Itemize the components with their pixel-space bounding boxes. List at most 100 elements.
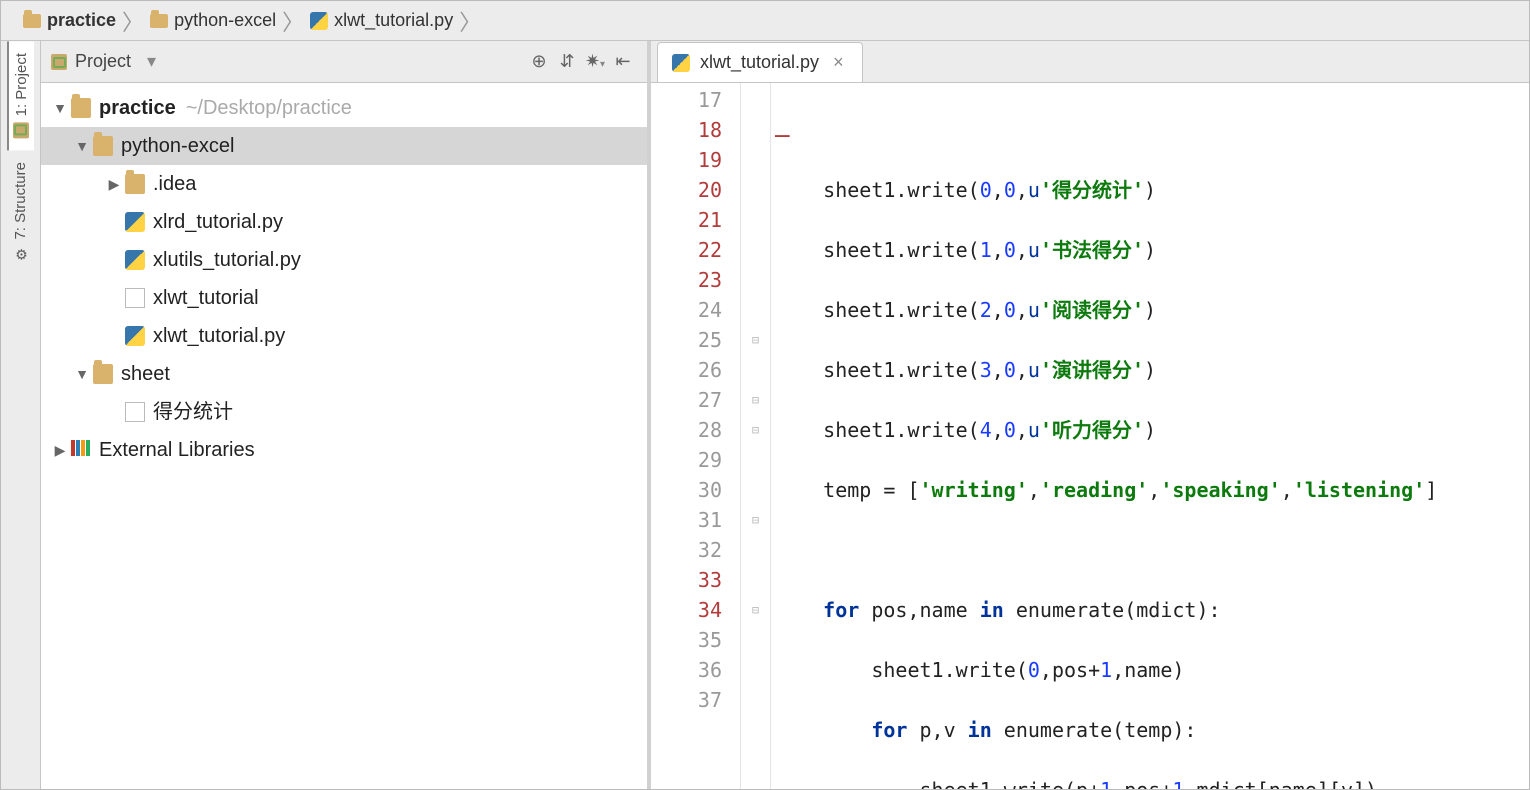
expand-arrow-icon[interactable]: ▼ [49, 95, 71, 122]
fold-spacer [741, 235, 770, 265]
fold-toggle-icon[interactable]: ⊟ [741, 505, 770, 535]
tool-tab-structure[interactable]: ⚙ 7: Structure [8, 150, 33, 274]
tree-file-xlrd[interactable]: xlrd_tutorial.py [41, 203, 647, 241]
line-number[interactable]: 25 [651, 325, 722, 355]
tree-label: python-excel [121, 127, 234, 165]
tree-root-practice[interactable]: ▼ practice ~/Desktop/practice [41, 89, 647, 127]
fold-spacer [741, 145, 770, 175]
line-number[interactable]: 19 [651, 145, 722, 175]
breadcrumb-label: python-excel [174, 10, 276, 31]
fold-spacer [741, 625, 770, 655]
line-number[interactable]: 23 [651, 265, 722, 295]
folder-icon [150, 14, 168, 28]
gear-icon: ✷ [585, 51, 600, 71]
breadcrumb-label: xlwt_tutorial.py [334, 10, 453, 31]
line-number-gutter[interactable]: 1718192021222324252627282930313233343536… [651, 83, 741, 789]
breadcrumb-python-excel[interactable]: python-excel [140, 6, 286, 35]
line-number[interactable]: 18 [651, 115, 722, 145]
tree-file-xlutils[interactable]: xlutils_tutorial.py [41, 241, 647, 279]
line-number[interactable]: 17 [651, 85, 722, 115]
tree-label: xlwt_tutorial [153, 279, 259, 317]
python-file-icon [125, 250, 145, 270]
chevron-right-icon: 〉 [459, 5, 481, 37]
fold-spacer [741, 445, 770, 475]
fold-spacer [741, 655, 770, 685]
expand-arrow-icon[interactable]: ▼ [71, 361, 93, 388]
expand-arrow-icon[interactable]: ▶ [103, 171, 125, 198]
tree-folder-sheet[interactable]: ▼ sheet [41, 355, 647, 393]
breadcrumb-practice[interactable]: practice [13, 6, 126, 35]
close-tab-button[interactable]: × [829, 52, 848, 73]
expand-arrow-icon[interactable]: ▶ [49, 437, 71, 464]
collapse-all-button[interactable]: ⇵ [553, 51, 581, 72]
line-number[interactable]: 20 [651, 175, 722, 205]
tree-external-libraries[interactable]: ▶ External Libraries [41, 431, 647, 469]
tree-folder-python-excel[interactable]: ▼ python-excel [41, 127, 647, 165]
tree-label: .idea [153, 165, 196, 203]
line-number[interactable]: 24 [651, 295, 722, 325]
folder-icon [71, 98, 91, 118]
scroll-from-source-button[interactable]: ⊕ [525, 51, 553, 72]
file-icon [125, 402, 145, 422]
project-icon [51, 54, 67, 70]
folder-icon [125, 174, 145, 194]
project-tree[interactable]: ▼ practice ~/Desktop/practice ▼ python-e… [41, 83, 647, 475]
tree-label: 得分统计 [153, 393, 233, 431]
line-number[interactable]: 31 [651, 505, 722, 535]
project-panel-header: Project ▾ ⊕ ⇵ ✷▾ ⇤ [41, 41, 647, 83]
panel-title-label: Project [75, 51, 131, 72]
line-number[interactable]: 30 [651, 475, 722, 505]
chevron-down-icon: ▾ [147, 51, 156, 72]
line-number[interactable]: 36 [651, 655, 722, 685]
code-editor[interactable]: 1718192021222324252627282930313233343536… [651, 83, 1529, 789]
folder-icon [93, 364, 113, 384]
main-split: 1: Project ⚙ 7: Structure Project ▾ ⊕ ⇵ … [1, 41, 1529, 789]
tree-file-xlwt-txt[interactable]: xlwt_tutorial [41, 279, 647, 317]
project-view-selector[interactable]: Project ▾ [51, 51, 156, 72]
fold-spacer [741, 295, 770, 325]
project-panel: Project ▾ ⊕ ⇵ ✷▾ ⇤ ▼ practice ~/Desktop/… [41, 41, 651, 789]
settings-button[interactable]: ✷▾ [581, 51, 609, 72]
fold-spacer [741, 535, 770, 565]
editor-tab-label: xlwt_tutorial.py [700, 52, 819, 73]
tree-file-sheetfile[interactable]: 得分统计 [41, 393, 647, 431]
hide-panel-button[interactable]: ⇤ [609, 51, 637, 72]
line-number[interactable]: 33 [651, 565, 722, 595]
line-number[interactable]: 22 [651, 235, 722, 265]
tree-path-hint: ~/Desktop/practice [186, 89, 352, 127]
line-number[interactable]: 32 [651, 535, 722, 565]
line-number[interactable]: 26 [651, 355, 722, 385]
expand-arrow-icon[interactable]: ▼ [71, 133, 93, 160]
tree-file-xlwt-py[interactable]: xlwt_tutorial.py [41, 317, 647, 355]
fold-spacer [741, 85, 770, 115]
fold-toggle-icon[interactable]: ⊟ [741, 595, 770, 625]
project-icon [14, 122, 30, 138]
tree-folder-idea[interactable]: ▶ .idea [41, 165, 647, 203]
fold-spacer [741, 175, 770, 205]
fold-toggle-icon[interactable]: ⊟ [741, 325, 770, 355]
tree-label: practice [99, 89, 176, 127]
line-number[interactable]: 21 [651, 205, 722, 235]
breadcrumb: practice 〉 python-excel 〉 xlwt_tutorial.… [1, 1, 1529, 41]
line-number[interactable]: 29 [651, 445, 722, 475]
python-file-icon [672, 54, 690, 72]
tool-tab-project[interactable]: 1: Project [7, 41, 34, 150]
editor-tab-xlwt[interactable]: xlwt_tutorial.py × [657, 42, 863, 82]
fold-spacer [741, 355, 770, 385]
breadcrumb-label: practice [47, 10, 116, 31]
line-number[interactable]: 37 [651, 685, 722, 715]
editor-area: xlwt_tutorial.py × 171819202122232425262… [651, 41, 1529, 789]
ide-window: practice 〉 python-excel 〉 xlwt_tutorial.… [0, 0, 1530, 790]
line-number[interactable]: 28 [651, 415, 722, 445]
folder-icon [93, 136, 113, 156]
line-number[interactable]: 35 [651, 625, 722, 655]
line-number[interactable]: 27 [651, 385, 722, 415]
line-number[interactable]: 34 [651, 595, 722, 625]
fold-toggle-icon[interactable]: ⊟ [741, 415, 770, 445]
breadcrumb-file[interactable]: xlwt_tutorial.py [300, 6, 463, 35]
python-file-icon [125, 212, 145, 232]
fold-column[interactable]: ⊟⊟⊟⊟⊟ [741, 83, 771, 789]
tool-tab-label: 1: Project [13, 53, 30, 116]
fold-toggle-icon[interactable]: ⊟ [741, 385, 770, 415]
code-content[interactable]: ▁▁ sheet1.write(0,0,u'得分统计') sheet1.writ… [771, 83, 1529, 789]
